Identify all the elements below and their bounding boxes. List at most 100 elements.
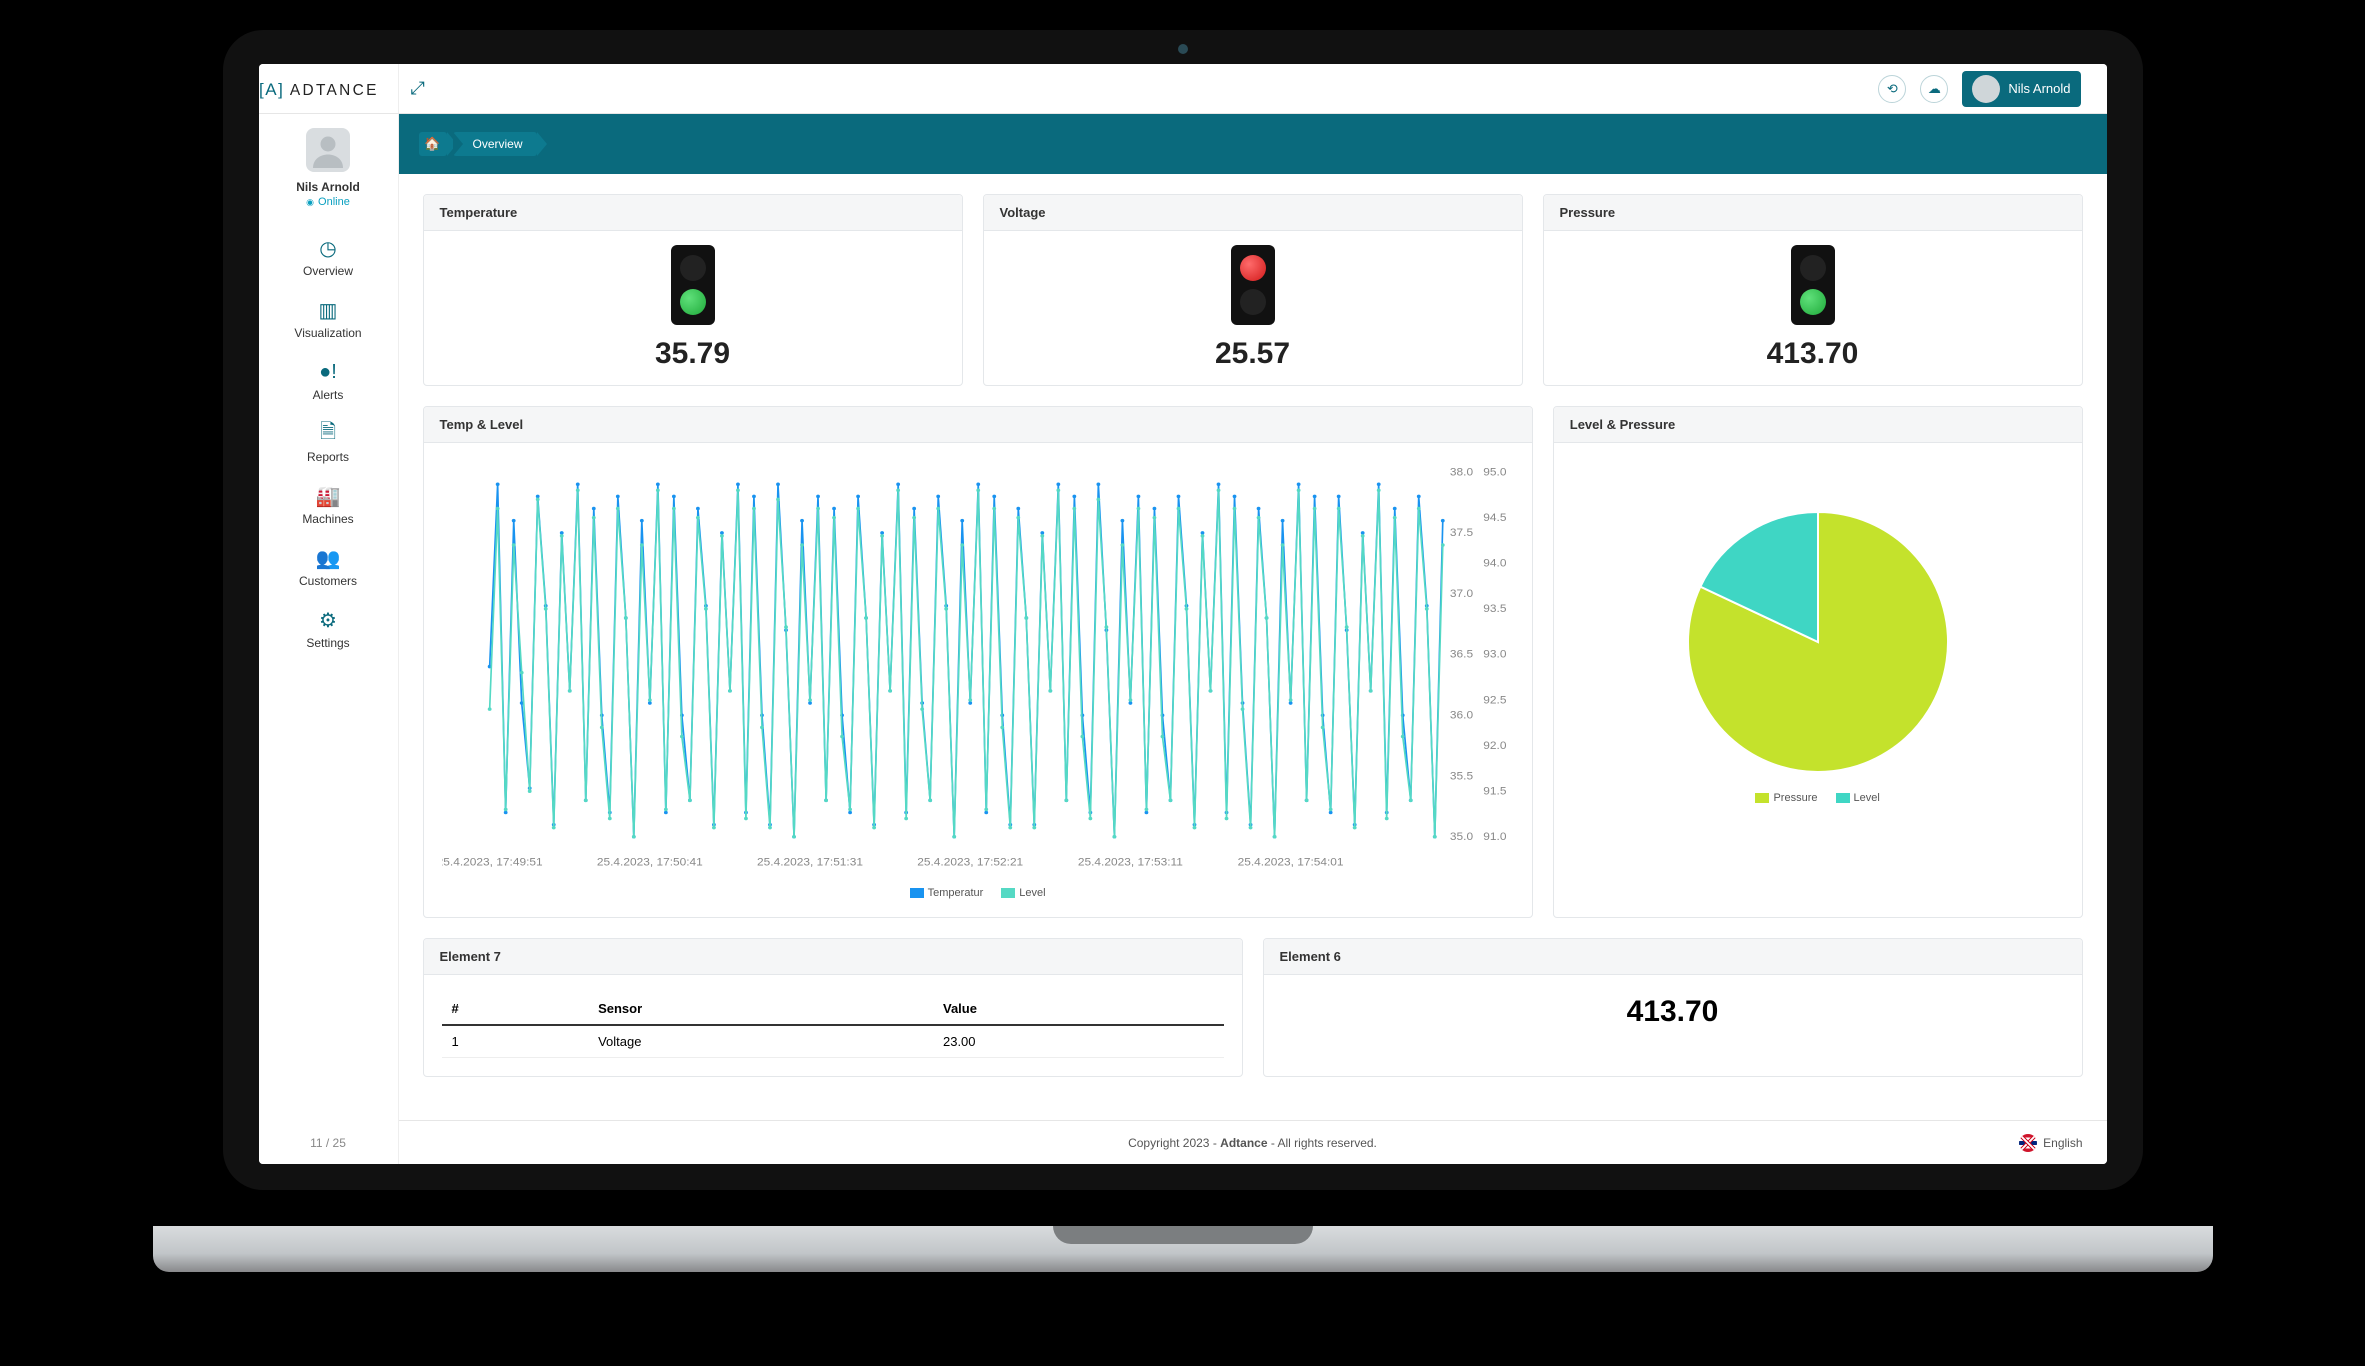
svg-text:35.0: 35.0 [1449, 831, 1472, 843]
table-header: Value [933, 993, 1224, 1025]
card-title: Level & Pressure [1554, 407, 2082, 443]
kpi-value: 413.70 [1767, 337, 1859, 371]
sidebar-item-label: Machines [302, 512, 353, 526]
kpi-value: 25.57 [1215, 337, 1290, 371]
light-green [1800, 289, 1826, 315]
sidebar-item-alerts[interactable]: ●! Alerts [259, 350, 398, 412]
gauge-icon: ◷ [319, 236, 336, 260]
card-title: Temperature [424, 195, 962, 231]
alert-icon: ●! [319, 360, 337, 384]
table-header: # [442, 993, 589, 1025]
camera-dot [1178, 44, 1188, 54]
sidebar-item-overview[interactable]: ◷Overview [259, 226, 398, 288]
svg-text:ADTANCE: ADTANCE [289, 82, 378, 99]
line-chart[interactable]: 35.0 35.5 36.0 36.5 37.0 37.5 38.0 91.0 91.5 92.0… [442, 461, 1514, 881]
document-icon: 🗎 [320, 422, 336, 446]
home-icon: 🏠 [424, 136, 440, 152]
sidebar: Nils Arnold Online ◷Overview ▥ Visualizati… [259, 114, 399, 1164]
svg-text:95.0: 95.0 [1483, 467, 1506, 479]
sidebar-item-machines[interactable]: 🏭Machines [259, 474, 398, 536]
sidebar-pager: 11 / 25 [296, 1122, 360, 1164]
avatar [306, 128, 350, 172]
light-red [1800, 255, 1826, 281]
pie-chart[interactable] [1678, 502, 1958, 782]
element-7-card: Element 7 #SensorValue 1Voltage23.00 [423, 938, 1243, 1077]
light-green [680, 289, 706, 315]
svg-text:25.4.2023, 17:52:21: 25.4.2023, 17:52:21 [917, 857, 1023, 869]
kpi-card-temperature: Temperature 35.79 [423, 194, 963, 386]
svg-text:37.0: 37.0 [1449, 588, 1472, 600]
page-header: 🏠 Overview [399, 114, 2107, 174]
breadcrumb-current[interactable]: Overview [453, 132, 537, 156]
svg-text:25.4.2023, 17:49:51: 25.4.2023, 17:49:51 [442, 857, 543, 869]
element-6-value: 413.70 [1264, 975, 2082, 1049]
sidebar-item-label: Reports [307, 450, 349, 464]
bar-chart-icon: ▥ [319, 298, 338, 322]
sidebar-item-label: Settings [306, 636, 349, 650]
svg-text:38.0: 38.0 [1449, 467, 1472, 479]
svg-text:93.5: 93.5 [1483, 603, 1506, 615]
level-pressure-card: Level & Pressure PressureLevel [1553, 406, 2083, 918]
svg-text:93.0: 93.0 [1483, 649, 1506, 661]
kpi-card-pressure: Pressure 413.70 [1543, 194, 2083, 386]
legend-item: Level [1836, 792, 1880, 804]
fullscreen-icon[interactable]: ⤢ [411, 78, 425, 99]
trafficlight-icon [671, 245, 715, 325]
legend-item: Temperatur [910, 887, 984, 899]
sidebar-status: Online [306, 196, 350, 208]
light-red [1240, 255, 1266, 281]
table-row: 1Voltage23.00 [442, 1025, 1224, 1058]
user-name: Nils Arnold [2008, 81, 2070, 96]
svg-text:94.0: 94.0 [1483, 558, 1506, 570]
sidebar-item-label: Customers [299, 574, 357, 588]
svg-text:91.0: 91.0 [1483, 831, 1506, 843]
card-title: Element 6 [1264, 939, 2082, 975]
user-menu[interactable]: Nils Arnold [1962, 71, 2080, 107]
light-red [680, 255, 706, 281]
sidebar-item-customers[interactable]: 👥 Customers [259, 536, 398, 598]
svg-text:25.4.2023, 17:54:01: 25.4.2023, 17:54:01 [1237, 857, 1343, 869]
legend-item: Level [1001, 887, 1045, 899]
sidebar-item-visualization[interactable]: ▥ Visualization [259, 288, 398, 350]
svg-text:91.5: 91.5 [1483, 786, 1506, 798]
breadcrumb-home[interactable]: 🏠 [419, 132, 447, 156]
scan-icon[interactable]: ⟲ [1878, 75, 1906, 103]
language-switcher[interactable]: English [2019, 1134, 2082, 1152]
svg-text:35.5: 35.5 [1449, 771, 1472, 783]
footer: Copyright 2023 - Adtance - All rights re… [399, 1120, 2107, 1164]
card-title: Voltage [984, 195, 1522, 231]
light-green [1240, 289, 1266, 315]
svg-text:37.5: 37.5 [1449, 528, 1472, 540]
flag-uk-icon [2019, 1134, 2037, 1152]
topbar: [A]ADTANCE ⤢ ⟲ ☁ Nils Arnold [259, 64, 2107, 114]
card-title: Pressure [1544, 195, 2082, 231]
svg-text:25.4.2023, 17:51:31: 25.4.2023, 17:51:31 [757, 857, 863, 869]
svg-text:36.0: 36.0 [1449, 710, 1472, 722]
temp-level-card: Temp & Level 35.0 35.5 36.0 36.5 37.0 37.5 38.… [423, 406, 1533, 918]
sidebar-item-reports[interactable]: 🗎 Reports [259, 412, 398, 474]
element-6-card: Element 6 413.70 [1263, 938, 2083, 1077]
kpi-card-voltage: Voltage 25.57 [983, 194, 1523, 386]
card-title: Temp & Level [424, 407, 1532, 443]
avatar [1972, 75, 2000, 103]
sidebar-item-settings[interactable]: ⚙Settings [259, 598, 398, 660]
people-icon: 👥 [316, 546, 341, 570]
kpi-value: 35.79 [655, 337, 730, 371]
table-header: Sensor [588, 993, 933, 1025]
sidebar-user-name: Nils Arnold [296, 180, 360, 194]
svg-text:92.0: 92.0 [1483, 740, 1506, 752]
svg-text:25.4.2023, 17:50:41: 25.4.2023, 17:50:41 [596, 857, 702, 869]
cloud-icon[interactable]: ☁ [1920, 75, 1948, 103]
trafficlight-icon [1791, 245, 1835, 325]
trafficlight-icon [1231, 245, 1275, 325]
sidebar-item-label: Alerts [313, 388, 344, 402]
sidebar-user: Nils Arnold Online [296, 128, 360, 208]
svg-text:92.5: 92.5 [1483, 695, 1506, 707]
laptop-frame: [A]ADTANCE ⤢ ⟲ ☁ Nils Arnold [223, 30, 2143, 1190]
svg-text:25.4.2023, 17:53:11: 25.4.2023, 17:53:11 [1077, 857, 1182, 869]
laptop-base [0, 1226, 2365, 1326]
sidebar-item-label: Visualization [294, 326, 361, 340]
brand-logo[interactable]: [A]ADTANCE [259, 64, 399, 113]
svg-text:94.5: 94.5 [1483, 512, 1506, 524]
svg-text:36.5: 36.5 [1449, 649, 1472, 661]
